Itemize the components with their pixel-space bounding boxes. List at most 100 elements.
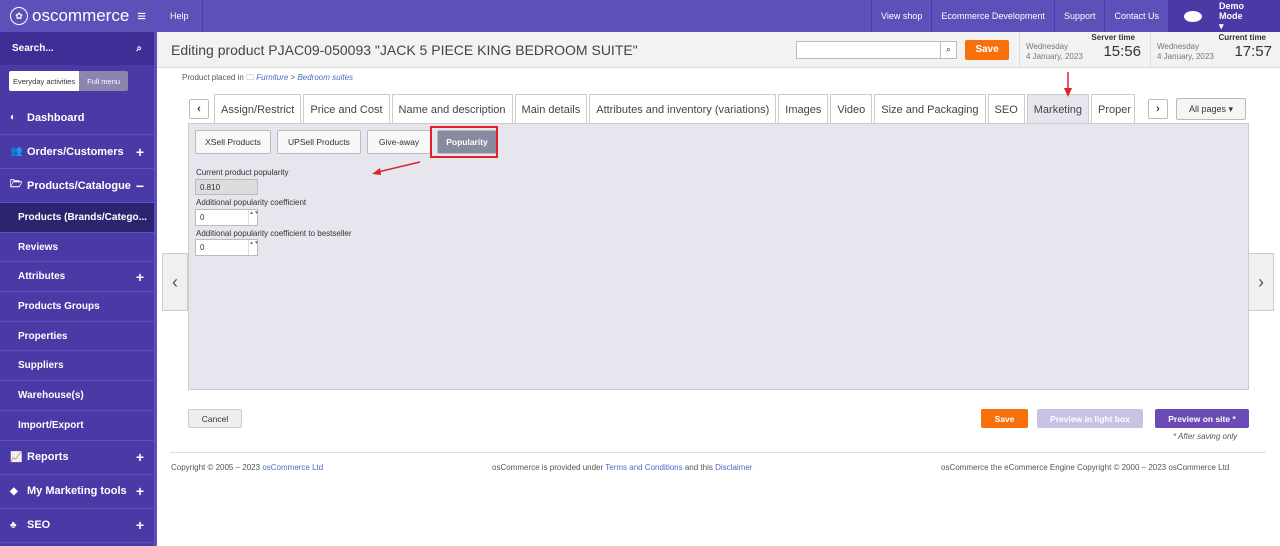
search-icon[interactable]: ⌕ [940,41,956,58]
search-icon[interactable]: ⌕ [136,43,142,54]
oscommerce-ltd-link[interactable]: osCommerce Ltd [262,463,323,472]
breadcrumb-subcategory[interactable]: Bedroom suites [297,73,353,82]
footer-copyright: Copyright © 2005 – 2023 osCommerce Ltd [171,463,323,472]
view-shop-link[interactable]: View shop [871,0,931,32]
sitemap-icon: ♣ [10,519,17,531]
server-date: 4 January, 2023 [1026,51,1083,61]
sidebar-item-dashboard[interactable]: ◐ Dashboard [0,101,154,135]
breadcrumb-category[interactable]: Furniture [256,73,288,82]
expand-icon[interactable]: + [136,269,144,285]
current-clock: 17:57 [1234,42,1272,60]
sidebar-subitem-products-groups[interactable]: Products Groups [0,292,154,322]
tab-bar: Assign/Restrict Price and Cost Name and … [214,94,1137,124]
sidebar-item-marketing-tools[interactable]: ◆ My Marketing tools + [0,475,154,509]
tab-images[interactable]: Images [778,94,829,124]
breadcrumb: Product placed in 🗀 Furniture > Bedroom … [182,72,353,86]
sidebar-subitem-label: Products Groups [18,300,100,312]
next-product-arrow[interactable]: › [1248,253,1274,311]
expand-icon[interactable]: + [136,483,144,499]
tab-name-and-description[interactable]: Name and description [391,94,513,124]
sidebar-subitem-attributes[interactable]: Attributes + [0,262,154,293]
popularity-coefficient-label: Additional popularity coefficient [196,198,307,207]
footer-terms: osCommerce is provided under Terms and C… [492,463,752,472]
terms-link[interactable]: Terms and Conditions [605,463,682,472]
current-popularity-value: 0.810 [195,179,258,195]
full-menu-toggle[interactable]: Full menu [79,71,129,91]
tab-size-and-packaging[interactable]: Size and Packaging [874,94,986,124]
sidebar-subitem-label: Attributes [18,271,66,283]
sidebar-subitem-reviews[interactable]: Reviews [0,232,154,263]
sidebar-subitem-label: Warehouse(s) [18,389,84,401]
sidebar-subitem-label: Suppliers [18,360,64,372]
user-name: Demo Mode ▾ [1209,0,1258,32]
user-menu[interactable]: Demo Mode ▾ [1168,0,1280,32]
everyday-activities-toggle[interactable]: Everyday activities [9,71,80,91]
tab-assign-restrict[interactable]: Assign/Restrict [214,94,302,124]
sidebar-subitem-warehouses[interactable]: Warehouse(s) [0,381,154,411]
sidebar-item-reports[interactable]: 📈 Reports + [0,441,154,475]
subtab-xsell-products[interactable]: XSell Products [195,130,271,154]
expand-icon[interactable]: + [136,144,144,160]
users-icon: 👥 [10,146,23,157]
tab-seo[interactable]: SEO [987,94,1025,124]
help-link[interactable]: Help [157,0,203,32]
folder-icon: 🗀 [246,73,255,82]
tab-properties[interactable]: Proper [1091,94,1136,124]
sidebar-item-seo[interactable]: ♣ SEO + [0,509,154,543]
sidebar-item-label: Orders/Customers [27,145,124,158]
menu-icon[interactable]: ≡ [137,8,146,25]
sidebar-item-orders-customers[interactable]: 👥 Orders/Customers + [0,135,154,169]
logo-text: oscommerce [32,6,130,25]
prev-product-arrow[interactable]: ‹ [162,253,188,311]
ecommerce-development-link[interactable]: Ecommerce Development [931,0,1054,32]
support-link[interactable]: Support [1053,0,1105,32]
avatar-icon [1183,10,1202,22]
footer-copy-text: Copyright © 2005 – 2023 [171,463,261,472]
preview-lightbox-button[interactable]: Preview in light box [1037,409,1143,428]
marketing-panel [188,123,1249,390]
tab-price-and-cost[interactable]: Price and Cost [303,94,390,124]
footer-mid-text: osCommerce is provided under [492,463,604,472]
preview-on-site-button[interactable]: Preview on site * [1155,409,1249,428]
cancel-button[interactable]: Cancel [188,409,242,428]
chart-icon: 📈 [10,451,23,463]
contact-us-link[interactable]: Contact Us [1104,0,1168,32]
sidebar-search[interactable]: Search... ⌕ [0,32,154,65]
sidebar-item-label: SEO [27,519,51,531]
after-saving-note: * After saving only [1173,432,1238,441]
sidebar-item-products-catalogue[interactable]: 🗁 Products/Catalogue − [0,169,154,203]
logo[interactable]: ✿ oscommerce ≡ [0,0,154,32]
folder-icon: 🗁 [10,179,23,190]
header-search-input[interactable]: ⌕ [796,40,957,59]
server-day: Wednesday [1026,41,1069,51]
tab-marketing[interactable]: Marketing [1026,94,1090,124]
footer-engine-copyright: osCommerce the eCommerce Engine Copyrigh… [941,463,1230,472]
top-bar: Help View shop Ecommerce Development Sup… [157,0,1280,32]
expand-icon[interactable]: + [136,449,144,465]
collapse-icon[interactable]: − [136,178,144,194]
stepper-icon[interactable]: ▲▼ [248,210,259,225]
tab-attributes-inventory[interactable]: Attributes and inventory (variations) [589,94,777,124]
expand-icon[interactable]: + [136,517,144,533]
subtab-give-away[interactable]: Give-away [367,130,431,154]
subtab-upsell-products[interactable]: UPSell Products [277,130,361,154]
disclaimer-link[interactable]: Disclaimer [715,463,752,472]
all-pages-dropdown[interactable]: All pages ▾ [1176,98,1246,120]
popularity-coefficient-input[interactable]: 0 ▲▼ [195,209,259,226]
bestseller-coefficient-input[interactable]: 0 ▲▼ [195,239,259,256]
sidebar-subitem-import-export[interactable]: Import/Export [0,410,154,441]
sidebar-subitem-suppliers[interactable]: Suppliers [0,351,154,382]
server-time-label: Server time [1091,32,1135,42]
tabs-prev-button[interactable]: ‹ [189,99,209,119]
tabs-next-button[interactable]: › [1148,99,1168,119]
bestseller-coefficient-label: Additional popularity coefficient to bes… [196,229,352,238]
dashboard-icon: ◐ [10,112,17,123]
header-save-button[interactable]: Save [965,39,1009,60]
stepper-icon[interactable]: ▲▼ [248,240,259,255]
save-button[interactable]: Save [981,409,1028,428]
sidebar-subitem-products[interactable]: Products (Brands/Catego... [0,203,154,233]
sidebar-subitem-properties[interactable]: Properties [0,321,154,352]
tab-main-details[interactable]: Main details [514,94,588,124]
sidebar-item-label: Products/Catalogue [27,179,131,192]
tab-video[interactable]: Video [830,94,873,124]
